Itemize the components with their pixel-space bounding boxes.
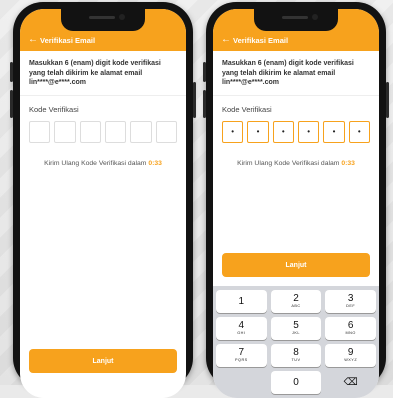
volume-button <box>10 62 13 82</box>
code-label: Kode Verifikasi <box>29 104 79 114</box>
key-8[interactable]: 8 TUV <box>270 344 322 367</box>
key-9[interactable]: 9 WXYZ <box>325 344 377 367</box>
code-digit-box[interactable]: • <box>297 120 320 143</box>
code-digit-box[interactable]: • <box>272 120 294 143</box>
key-6[interactable]: 6 MNO <box>325 317 377 340</box>
key-2[interactable]: 2 ABC <box>270 290 322 313</box>
numeric-keypad: 1 2 ABC 3 DEF 4 GHI 5 JKL 6 MNO 7 PQRS 8 TUV 9W… <box>213 286 379 398</box>
phone-frame-empty: ← Verifikasi Email Masukkan 6 (enam) dig… <box>10 2 196 398</box>
code-digit-box[interactable] <box>104 120 127 143</box>
code-digit-box[interactable] <box>130 120 152 143</box>
phone-frame-filled: ← Verifikasi Email Masukkan 6 (enam) dig… <box>203 2 389 398</box>
key-blank <box>216 371 267 394</box>
power-button <box>386 82 389 118</box>
code-digit-box[interactable]: • <box>348 120 370 143</box>
volume-button <box>10 90 13 118</box>
screen: ← Verifikasi Email Masukkan 6 (enam) dig… <box>20 9 186 398</box>
code-digit-box[interactable]: • <box>323 120 345 143</box>
key-5[interactable]: 5 JKL <box>270 317 322 340</box>
resend-countdown: Kirim Ulang Kode Verifikasi dalam 0:33 <box>20 160 186 167</box>
code-digit-box[interactable] <box>54 120 76 143</box>
code-input-row[interactable]: • • • • • • <box>222 120 370 143</box>
page-title: Verifikasi Email <box>40 36 96 45</box>
continue-button[interactable]: Lanjut <box>29 349 177 373</box>
code-digit-box[interactable]: • <box>247 120 269 143</box>
continue-button[interactable]: Lanjut <box>222 253 370 277</box>
volume-button <box>203 62 206 82</box>
code-digit-box[interactable] <box>29 120 51 143</box>
notch <box>254 9 338 31</box>
key-0[interactable]: 0 <box>270 371 322 394</box>
countdown-timer: 0:33 <box>148 159 162 167</box>
arrow-left-icon[interactable]: ← <box>221 35 231 45</box>
countdown-timer: 0:33 <box>341 159 355 167</box>
key-1[interactable]: 1 <box>216 290 267 313</box>
page-title: Verifikasi Email <box>233 36 289 45</box>
power-button <box>193 82 196 118</box>
code-label: Kode Verifikasi <box>222 104 272 114</box>
arrow-left-icon[interactable]: ← <box>28 35 38 45</box>
volume-button <box>203 90 206 118</box>
code-input-row[interactable] <box>29 120 177 143</box>
notch <box>61 9 145 31</box>
resend-countdown: Kirim Ulang Kode Verifikasi dalam 0:33 <box>213 160 379 167</box>
key-3[interactable]: 3 DEF <box>325 290 377 313</box>
code-digit-box[interactable] <box>155 120 177 143</box>
code-digit-box[interactable] <box>79 120 101 143</box>
key-4[interactable]: 4 GHI <box>216 317 267 340</box>
key-7[interactable]: 7 PQRS <box>216 344 267 367</box>
screen: ← Verifikasi Email Masukkan 6 (enam) dig… <box>213 9 379 398</box>
resend-text: Kirim Ulang Kode Verifikasi dalam <box>237 159 340 167</box>
instruction-text: Masukkan 6 (enam) digit kode verifikasi … <box>213 51 379 96</box>
code-digit-box[interactable]: • <box>222 120 244 143</box>
backspace-icon[interactable]: ⌫ <box>325 371 376 394</box>
instruction-text: Masukkan 6 (enam) digit kode verifikasi … <box>20 51 186 96</box>
resend-text: Kirim Ulang Kode Verifikasi dalam <box>44 159 147 167</box>
